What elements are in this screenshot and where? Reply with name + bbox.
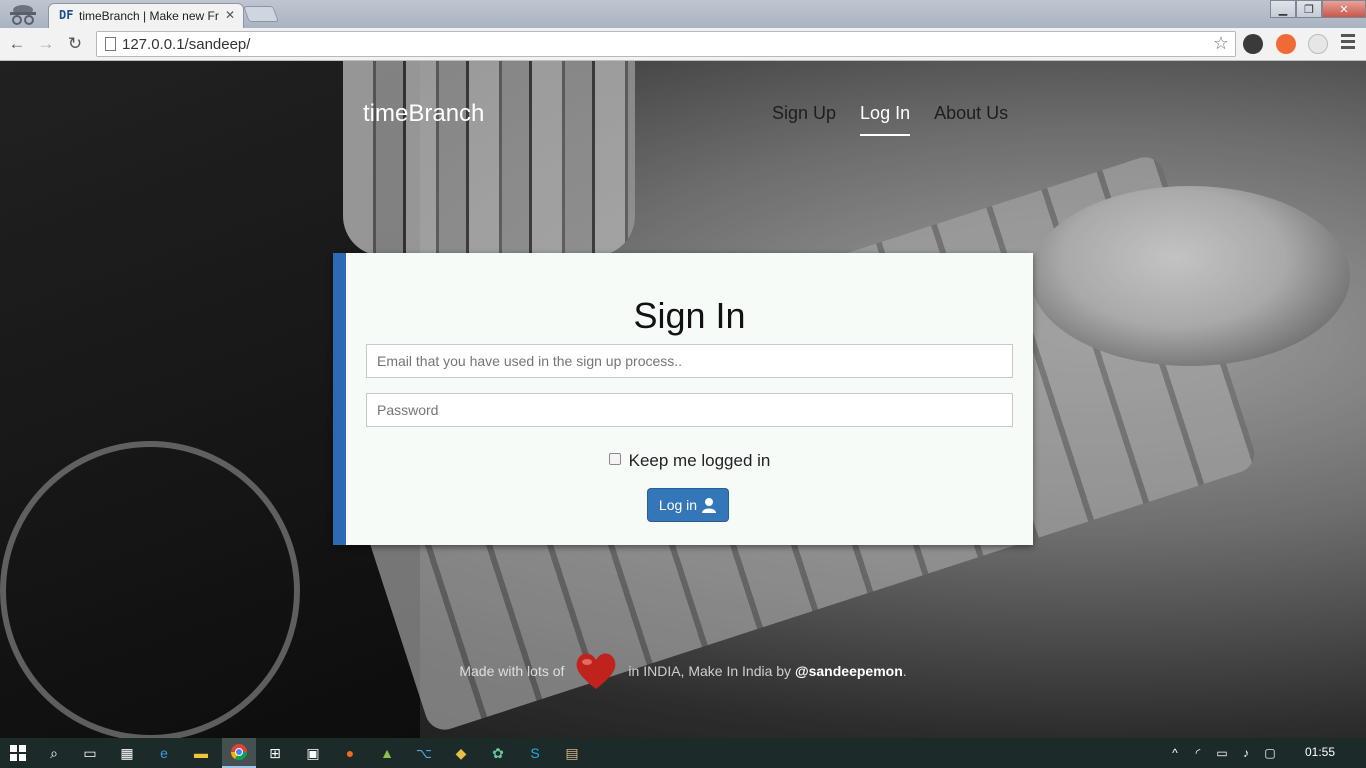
incognito-icon [10, 5, 36, 25]
volume-icon[interactable]: ♪ [1236, 743, 1256, 763]
star-icon[interactable]: ☆ [1213, 33, 1229, 54]
sign-in-title: Sign In [633, 295, 746, 336]
remember-row: Keep me logged in [346, 451, 1033, 471]
url-text: 127.0.0.1/sandeep/ [122, 36, 251, 53]
footer-suffix: in INDIA, Make In India by [628, 663, 792, 679]
remember-label[interactable]: Keep me logged in [629, 451, 771, 470]
gear-app-icon[interactable]: ✿ [488, 743, 508, 763]
extension-grey-icon[interactable] [1308, 34, 1328, 54]
restore-button[interactable]: ❐ [1296, 0, 1322, 18]
site-brand[interactable]: timeBranch [363, 100, 484, 128]
git-icon[interactable]: ◆ [451, 743, 471, 763]
forward-icon[interactable]: → [34, 32, 58, 56]
android-studio-icon[interactable]: ▲ [377, 743, 397, 763]
close-tab-icon[interactable]: ✕ [225, 8, 235, 22]
notepad-icon[interactable]: ▤ [562, 743, 582, 763]
nav-sign-up[interactable]: Sign Up [772, 103, 836, 136]
new-tab-button[interactable] [243, 6, 279, 22]
windows-start-icon[interactable] [8, 743, 28, 763]
close-window-button[interactable]: ✕ [1322, 0, 1366, 18]
window-controls: ▁ ❐ ✕ [1270, 0, 1366, 18]
store-icon[interactable]: ⊞ [265, 743, 285, 763]
tab-title: timeBranch | Make new Fr [79, 9, 219, 23]
wifi-icon[interactable]: ◜ [1188, 743, 1208, 763]
footer-prefix: Made with lots of [459, 663, 565, 679]
tab-active[interactable]: DF timeBranch | Make new Fr ✕ [48, 3, 244, 28]
battery-icon[interactable]: ▭ [1212, 743, 1232, 763]
nav-log-in[interactable]: Log In [860, 103, 911, 136]
password-field[interactable] [366, 393, 1013, 427]
firefox-icon[interactable]: ● [340, 743, 360, 763]
reload-icon[interactable]: ↻ [63, 32, 87, 56]
back-icon[interactable]: ← [5, 32, 29, 56]
email-field[interactable] [366, 344, 1013, 378]
search-icon[interactable]: ⌕ [44, 743, 64, 763]
user-icon [702, 498, 717, 513]
footer-end: . [902, 663, 907, 679]
heart-icon [577, 653, 616, 689]
footer-handle-link[interactable]: @sandeepemon [795, 663, 903, 679]
minimize-button[interactable]: ▁ [1270, 0, 1296, 18]
nav-about-us[interactable]: About Us [934, 103, 1008, 136]
page-viewport: timeBranch Sign Up Log In About Us Sign … [0, 61, 1366, 738]
clock[interactable]: 01:55 [1305, 745, 1335, 759]
favicon-icon: DF [59, 8, 74, 22]
log-in-button[interactable]: Log in [647, 488, 729, 522]
task-view-icon[interactable]: ▭ [80, 743, 100, 763]
file-explorer-icon[interactable]: ▬ [191, 743, 211, 763]
command-prompt-icon[interactable]: ▣ [303, 743, 323, 763]
site-nav: Sign Up Log In About Us [772, 103, 1008, 136]
edge-icon[interactable]: e [154, 743, 174, 763]
chevron-up-icon[interactable]: ^ [1165, 743, 1185, 763]
hamburger-icon[interactable] [1341, 34, 1355, 52]
vscode-icon[interactable]: ⌥ [414, 743, 434, 763]
page-icon [105, 37, 116, 51]
calculator-icon[interactable]: ▦ [117, 743, 137, 763]
skype-icon[interactable]: S [525, 743, 545, 763]
address-bar[interactable]: 127.0.0.1/sandeep/ ☆ [96, 31, 1236, 57]
chrome-icon[interactable] [222, 738, 256, 768]
extension-sync-icon[interactable] [1243, 34, 1263, 54]
taskbar: ⌕ ▭ ▦ e ▬ ⊞ ▣ ● ▲ ⌥ ◆ ✿ S ▤ ^ ◜ ▭ ♪ ▢ 01… [0, 738, 1366, 768]
extension-orange-icon[interactable] [1276, 34, 1296, 54]
footer: Made with lots of in INDIA, Make In Indi… [0, 651, 1366, 691]
notifications-icon[interactable]: ▢ [1260, 743, 1280, 763]
sign-in-card: Sign In Keep me logged in Log in [333, 253, 1033, 545]
remember-checkbox[interactable] [608, 453, 621, 465]
browser-toolbar: ← → ↻ 127.0.0.1/sandeep/ ☆ [0, 28, 1366, 61]
tab-strip: DF timeBranch | Make new Fr ✕ ▁ ❐ ✕ [0, 0, 1366, 28]
log-in-label: Log in [658, 497, 698, 513]
